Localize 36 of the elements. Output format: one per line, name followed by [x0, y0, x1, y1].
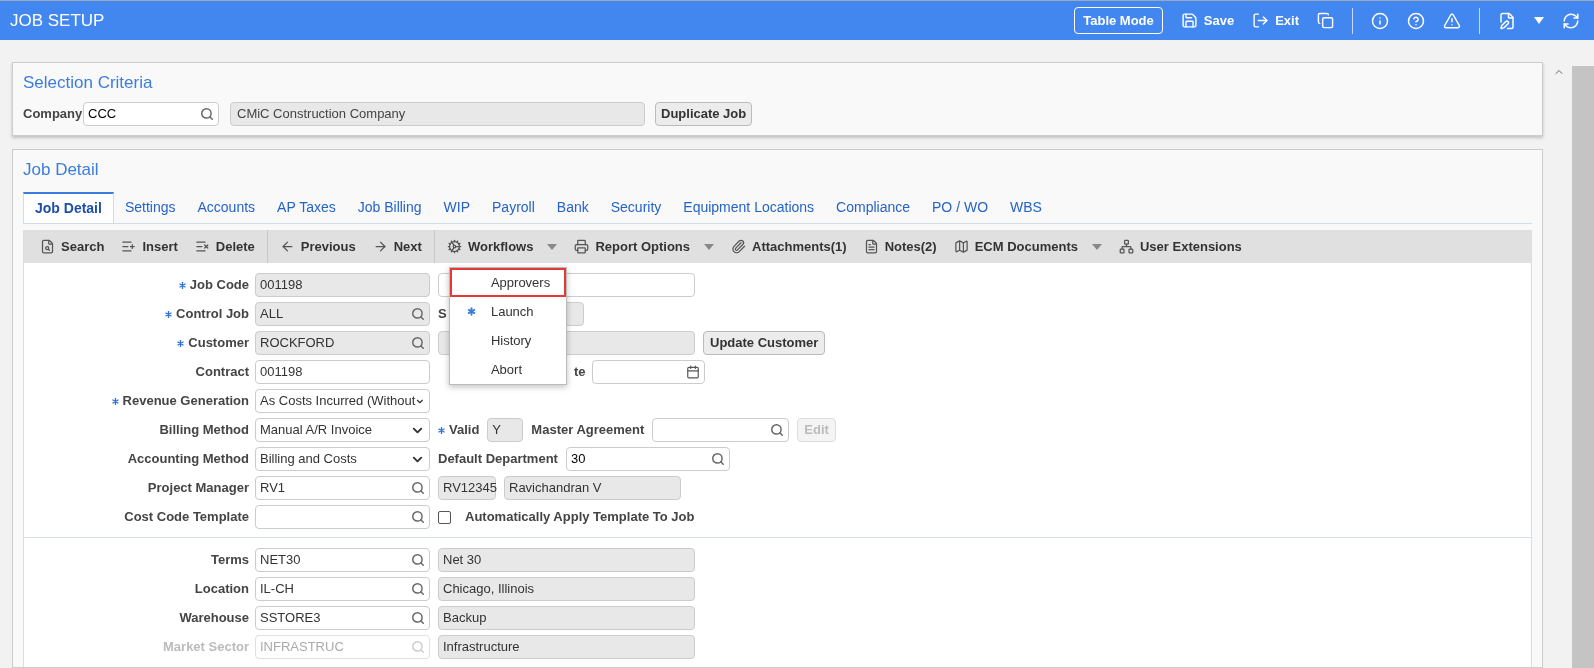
field-label: Contract: [195, 363, 249, 382]
readonly-field: Chicago, Illinois: [438, 577, 695, 601]
readonly-field: CMiC Construction Company: [230, 102, 645, 126]
field-label: Project Manager: [147, 479, 249, 498]
field-label: Accounting Method: [127, 450, 249, 469]
readonly-field: Net 30: [438, 548, 695, 572]
field-label: Revenue Generation: [122, 392, 249, 411]
field-label: Master Agreement: [531, 421, 645, 440]
field-label: S: [438, 305, 447, 324]
field-label: Valid: [449, 421, 480, 440]
menu-item-label: Approvers: [490, 273, 551, 292]
field-label: Terms: [210, 551, 249, 570]
readonly-field: Y: [487, 418, 524, 442]
menu-item-label: Launch: [490, 302, 534, 321]
panel-title: Selection Criteria: [23, 72, 154, 94]
field-label: Warehouse: [179, 609, 249, 628]
field-label: Job Code: [189, 276, 249, 295]
panel-title: Job Detail: [23, 159, 100, 181]
field-label: Control Job: [176, 305, 249, 324]
field-label: Market Sector: [163, 638, 249, 657]
field-label: Company: [23, 105, 83, 124]
field-label: Location: [194, 580, 249, 599]
field-label: Billing Method: [159, 421, 249, 440]
readonly-field: Infrastructure: [438, 635, 695, 659]
readonly-field: RV12345: [438, 476, 496, 500]
checkbox-label: Automatically Apply Template To Job: [465, 508, 695, 527]
field-label: Cost Code Template: [124, 508, 249, 527]
field-label: Default Department: [438, 450, 558, 469]
field-label: te: [574, 363, 586, 382]
readonly-field: 001198: [255, 273, 430, 297]
menu-item-label: History: [490, 331, 532, 350]
readonly-field: Ravichandran V: [504, 476, 681, 500]
readonly-field: Backup: [438, 606, 695, 630]
menu-item-label: Abort: [490, 360, 522, 379]
field-label: Customer: [188, 334, 249, 353]
page-title: JOB SETUP: [10, 9, 105, 32]
